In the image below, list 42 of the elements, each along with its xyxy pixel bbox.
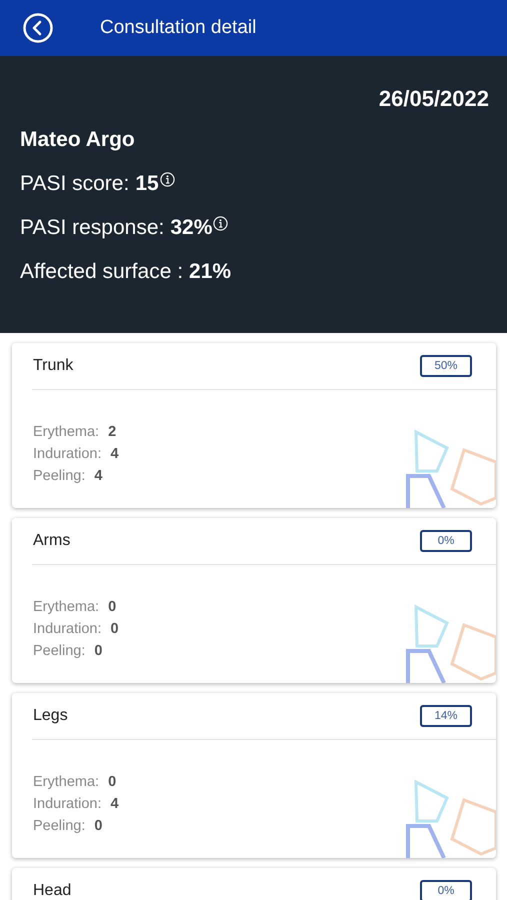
summary-value: 21%: [189, 260, 232, 284]
surface-badge: 50%: [420, 355, 472, 377]
region-card[interactable]: Legs 14% Erythema: 0 Induration: 4 Peeling: 0: [12, 693, 496, 858]
metric-value: 4: [94, 468, 102, 484]
patient-name: Mateo Argo: [20, 128, 136, 152]
metric-label: Peeling:: [33, 818, 86, 834]
metric-label: Erythema:: [33, 774, 100, 790]
region-name: Trunk: [33, 357, 74, 375]
metric-label: Erythema:: [33, 424, 100, 440]
screen-title: Consultation detail: [100, 17, 256, 39]
surface-badge: 0%: [420, 530, 472, 552]
metric-label: Erythema:: [33, 599, 100, 615]
metric-value: 2: [108, 424, 116, 440]
info-icon[interactable]: [213, 216, 228, 231]
consultation-date: 26/05/2022: [378, 86, 489, 112]
metric-value: 4: [110, 796, 119, 812]
summary-value: 32%: [170, 216, 212, 240]
summary-label: PASI response:: [20, 216, 164, 240]
surface-badge: 0%: [420, 880, 472, 900]
region-card[interactable]: Arms 0% Erythema: 0 Induration: 0 Peeling: 0: [12, 518, 496, 683]
metric-label: Induration:: [33, 621, 102, 637]
metric-label: Induration:: [33, 796, 102, 812]
region-card[interactable]: Trunk 50% Erythema: 2 Induration: 4 Peeling: 4: [12, 343, 496, 508]
surface-badge: 14%: [420, 705, 472, 727]
summary-value: 15: [135, 172, 159, 196]
metric-value: 0: [94, 818, 102, 834]
metric-value: 0: [110, 621, 119, 637]
region-card[interactable]: Head 0%: [12, 868, 496, 900]
summary-label: Affected surface :: [20, 260, 184, 284]
region-name: Arms: [33, 532, 70, 550]
metric-value: 0: [108, 599, 116, 615]
summary-label: PASI score:: [20, 172, 130, 196]
metric-value: 4: [110, 446, 119, 462]
region-name: Head: [33, 882, 72, 900]
metric-label: Peeling:: [33, 643, 86, 659]
region-name: Legs: [33, 707, 68, 725]
info-icon[interactable]: [160, 172, 175, 187]
metric-value: 0: [108, 774, 116, 790]
metric-label: Peeling:: [33, 468, 86, 484]
metric-value: 0: [94, 643, 102, 659]
back-button[interactable]: [22, 12, 54, 44]
metric-label: Induration:: [33, 446, 102, 462]
